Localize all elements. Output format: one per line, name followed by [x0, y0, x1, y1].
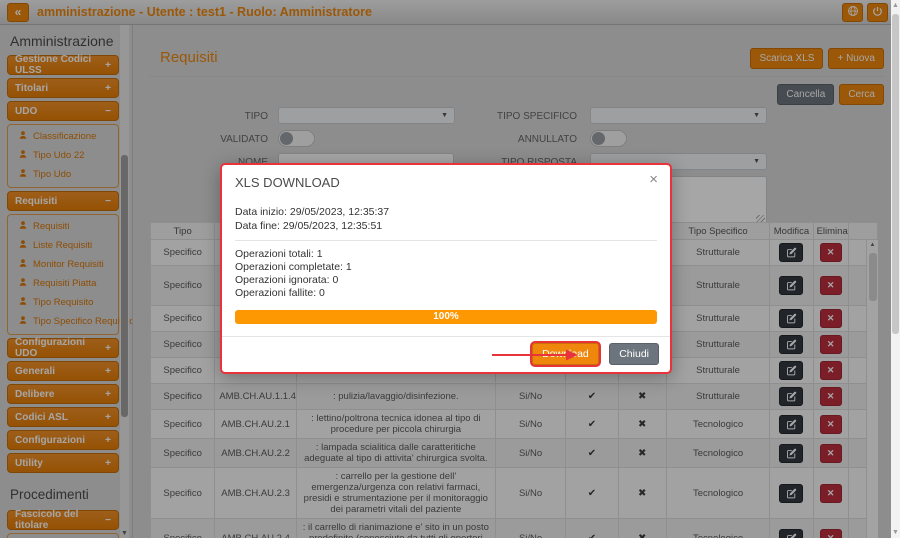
operazioni-completate-text: Operazioni completate: 1: [235, 261, 657, 274]
modal-footer: Download Chiudi: [222, 336, 670, 372]
modal-divider: [235, 240, 657, 241]
modal-body: Data inizio: 29/05/2023, 12:35:37 Data f…: [235, 205, 657, 324]
close-icon[interactable]: ×: [649, 171, 658, 188]
annotation-arrow: [480, 345, 590, 365]
scroll-down-icon[interactable]: ▼: [891, 529, 900, 536]
xls-download-modal: XLS DOWNLOAD × Data inizio: 29/05/2023, …: [220, 163, 672, 374]
scroll-up-icon[interactable]: ▲: [891, 2, 900, 9]
app-window: « amministrazione - Utente : test1 - Ruo…: [0, 0, 900, 538]
data-inizio-text: Data inizio: 29/05/2023, 12:35:37: [235, 205, 657, 219]
operazioni-fallite-text: Operazioni fallite: 0: [235, 287, 657, 300]
operazioni-totali-text: Operazioni totali: 1: [235, 248, 657, 261]
modal-title: XLS DOWNLOAD: [235, 175, 340, 190]
chiudi-button[interactable]: Chiudi: [609, 343, 659, 365]
data-fine-text: Data fine: 29/05/2023, 12:35:51: [235, 219, 657, 233]
progress-bar: 100%: [235, 310, 657, 324]
page-scrollbar-thumb[interactable]: [892, 14, 899, 334]
operazioni-ignorata-text: Operazioni ignorata: 0: [235, 274, 657, 287]
page-scrollbar[interactable]: ▲ ▼: [891, 0, 900, 538]
